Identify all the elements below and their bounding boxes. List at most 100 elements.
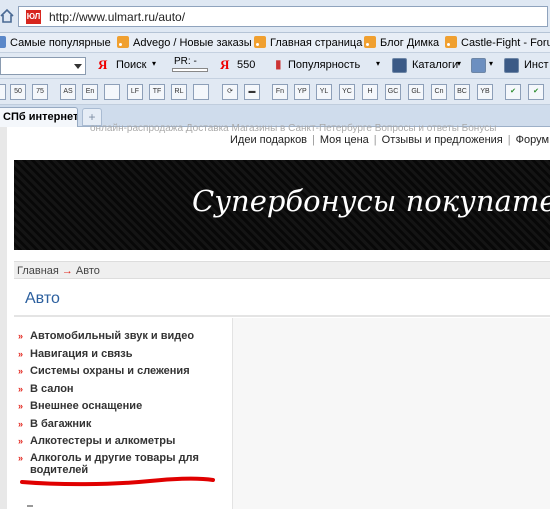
divider: | bbox=[312, 134, 315, 146]
bullet-icon: » bbox=[18, 436, 24, 446]
toolbar-button[interactable]: 75 bbox=[32, 84, 48, 100]
toolbar-button[interactable]: Cn bbox=[431, 84, 447, 100]
category-item[interactable]: » Алкотестеры и алкометры bbox=[18, 435, 218, 447]
toolbar-button[interactable]: LF bbox=[127, 84, 143, 100]
dropdown-icon[interactable]: ▾ bbox=[152, 59, 156, 68]
bookmark-most-popular[interactable]: Самые популярные bbox=[0, 36, 111, 49]
bullet-icon: » bbox=[18, 331, 24, 341]
red-underline-annotation bbox=[20, 476, 215, 487]
bookmark-label: Advego / Новые заказы bbox=[133, 37, 252, 49]
bookmark-dimka-blog[interactable]: Блог Димка bbox=[364, 36, 439, 49]
site-favicon-icon: ЮЛ bbox=[26, 10, 41, 24]
toolbar-button[interactable]: 50 bbox=[10, 84, 26, 100]
toolbar-button[interactable]: YP bbox=[294, 84, 310, 100]
search-toolbar: Я Поиск ▾ PR: - Я 550 ▮ Популярность ▾ К… bbox=[0, 53, 550, 79]
bookmarks-bar: Самые популярные Advego / Новые заказы Г… bbox=[0, 33, 550, 53]
dropdown-icon[interactable]: ▾ bbox=[489, 59, 493, 68]
link-forum[interactable]: Форум bbox=[516, 134, 549, 146]
link-reviews[interactable]: Отзывы и предложения bbox=[382, 134, 503, 146]
page-title: Авто bbox=[25, 290, 60, 307]
category-item[interactable]: » Системы охраны и слежения bbox=[18, 365, 218, 377]
rss-icon bbox=[364, 36, 376, 48]
toolbar-button[interactable]: YC bbox=[339, 84, 355, 100]
bullet-icon: » bbox=[18, 453, 24, 463]
category-item[interactable]: » Навигация и связь bbox=[18, 348, 218, 360]
catalogs-button[interactable]: Каталоги bbox=[412, 59, 458, 71]
bullet-icon: » bbox=[18, 384, 24, 394]
search-engine-select[interactable] bbox=[0, 57, 86, 75]
top-links: Идеи подарков | Моя цена | Отзывы и предложе… bbox=[230, 134, 550, 146]
category-label: В салон bbox=[30, 383, 74, 395]
minus-icon[interactable]: ▬ bbox=[244, 84, 260, 100]
popularity-button[interactable]: Популярность bbox=[288, 59, 360, 71]
chevron-down-icon bbox=[74, 64, 82, 69]
yandex-tic-icon: Я bbox=[220, 57, 230, 72]
toolbar-button[interactable]: YB bbox=[477, 84, 493, 100]
link-gift-ideas[interactable]: Идеи подарков bbox=[230, 134, 307, 146]
toolbar-button[interactable]: H bbox=[362, 84, 378, 100]
tools-button[interactable]: Инст bbox=[524, 59, 549, 71]
toolbar-button[interactable]: GL bbox=[408, 84, 424, 100]
toolbar-button[interactable]: GC bbox=[385, 84, 401, 100]
category-label: Внешнее оснащение bbox=[30, 400, 143, 412]
catalogs-icon bbox=[392, 58, 407, 73]
toolbar-button[interactable]: TF bbox=[149, 84, 165, 100]
address-text: http://www.ulmart.ru/auto/ bbox=[49, 10, 186, 24]
home-icon[interactable] bbox=[0, 8, 14, 24]
top-nav-cut: онлайн-распродажа Доставка Магазины в Са… bbox=[90, 123, 497, 134]
bullet-icon: » bbox=[18, 349, 24, 359]
category-label: Автомобильный звук и видео bbox=[30, 330, 195, 342]
tools-icon bbox=[504, 58, 519, 73]
bookmark-label: Самые популярные bbox=[10, 37, 111, 49]
check-icon[interactable]: ✔ bbox=[528, 84, 544, 100]
category-item[interactable]: » Автомобильный звук и видео bbox=[18, 330, 218, 342]
toolbar-button[interactable] bbox=[104, 84, 120, 100]
category-item[interactable]: » В салон bbox=[18, 383, 218, 395]
address-input[interactable]: ЮЛ http://www.ulmart.ru/auto/ bbox=[18, 6, 548, 27]
toolbar-button[interactable]: En bbox=[82, 84, 98, 100]
breadcrumb-arrow-icon: → bbox=[61, 265, 73, 277]
bullet-icon: » bbox=[18, 366, 24, 376]
link-my-price[interactable]: Моя цена bbox=[320, 134, 369, 146]
bookmark-label: Castle-Fight - Forum bbox=[461, 37, 550, 49]
breadcrumb-home[interactable]: Главная bbox=[17, 265, 59, 277]
bookmark-folder-icon bbox=[0, 36, 6, 48]
refresh-icon[interactable]: ⟳ bbox=[222, 84, 238, 100]
rss-icon bbox=[445, 36, 457, 48]
toolbar-button[interactable]: AS bbox=[60, 84, 76, 100]
category-item[interactable]: » Внешнее оснащение bbox=[18, 400, 218, 412]
toolbar-button[interactable] bbox=[193, 84, 209, 100]
check-icon[interactable]: ✔ bbox=[505, 84, 521, 100]
breadcrumb-current: Авто bbox=[75, 265, 100, 277]
bookmark-castle-fight[interactable]: Castle-Fight - Forum bbox=[445, 36, 550, 49]
bookmark-main-page[interactable]: Главная страница bbox=[254, 36, 362, 49]
pagerank-bar bbox=[172, 68, 208, 72]
toolbar-button[interactable]: RL bbox=[171, 84, 187, 100]
bullet-icon: » bbox=[18, 419, 24, 429]
toolbar-button[interactable]: YL bbox=[316, 84, 332, 100]
divider: | bbox=[507, 134, 511, 146]
popularity-icon: ▮ bbox=[275, 57, 282, 71]
banner-text: Супербонусы покупате bbox=[192, 184, 550, 218]
tab-ulmart[interactable]: СПб интернет ... bbox=[0, 107, 78, 127]
info-icon[interactable] bbox=[471, 58, 486, 73]
bullet-icon: » bbox=[18, 401, 24, 411]
search-button[interactable]: Поиск bbox=[116, 59, 146, 71]
dropdown-icon[interactable]: ▾ bbox=[376, 59, 380, 68]
promo-banner[interactable]: Супербонусы покупате bbox=[14, 160, 550, 250]
category-label: Алкотестеры и алкометры bbox=[30, 435, 176, 447]
address-bar-row: ЮЛ http://www.ulmart.ru/auto/ bbox=[0, 0, 550, 33]
bookmark-advego[interactable]: Advego / Новые заказы bbox=[117, 36, 252, 49]
toolbar-button[interactable]: Fn bbox=[272, 84, 288, 100]
tab-label: СПб интернет ... bbox=[3, 111, 78, 123]
toolbar-button[interactable] bbox=[0, 84, 6, 100]
text-cursor-mark bbox=[27, 505, 33, 507]
dropdown-icon[interactable]: ▾ bbox=[457, 59, 461, 68]
category-item-highlighted[interactable]: » Алкоголь и другие товары для водителей bbox=[18, 452, 218, 476]
category-label: Системы охраны и слежения bbox=[30, 365, 190, 377]
category-label: Алкоголь и другие товары для водителей bbox=[30, 452, 199, 476]
category-label: Навигация и связь bbox=[30, 348, 133, 360]
tic-count: 550 bbox=[237, 59, 256, 71]
toolbar-button[interactable]: BC bbox=[454, 84, 470, 100]
category-item[interactable]: » В багажник bbox=[18, 418, 218, 430]
